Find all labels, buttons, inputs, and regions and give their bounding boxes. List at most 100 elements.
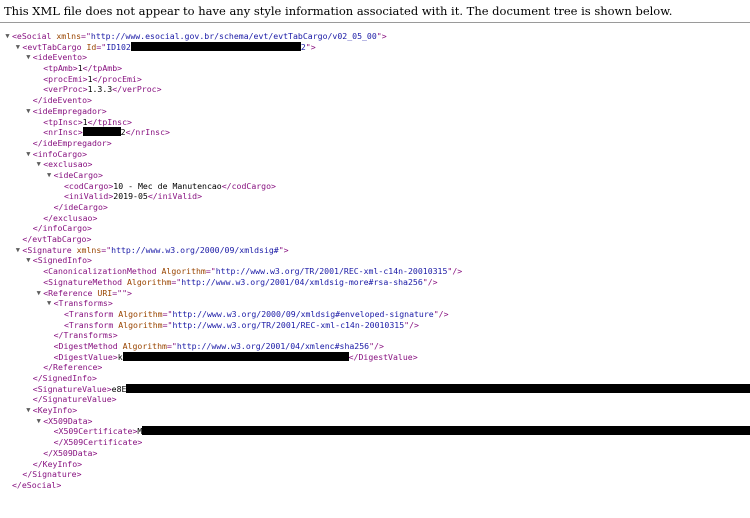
xml-line-content: <X509Certificate>M — [54, 426, 750, 437]
xml-line-content: </infoCargo> — [33, 223, 92, 234]
xml-tag-text: "> — [122, 287, 132, 298]
xml-line-content: <SignedInfo> — [33, 255, 92, 266]
xml-tag-text: "/> — [404, 319, 419, 330]
xml-tag-text: <DigestValue> — [53, 351, 118, 362]
xml-tag-text: "/> — [422, 276, 438, 287]
xml-line-content: <Transforms> — [54, 298, 113, 309]
xml-tag-text: =" — [101, 244, 112, 255]
xml-line: </X509Certificate> — [0, 437, 750, 448]
xml-tag-text: </SignatureValue> — [32, 394, 117, 405]
xml-attribute-value: http://www.w3.org/TR/2001/REC-xml-c14n-2… — [172, 319, 405, 330]
xml-tag-text: <ideEvento> — [32, 52, 88, 63]
xml-line-content: </SignatureValue> — [33, 394, 117, 405]
xml-line-content: </Signature> — [22, 469, 81, 480]
collapse-toggle-icon[interactable]: ▼ — [35, 159, 42, 170]
xml-tag-text: <eSocial — [12, 31, 57, 41]
xml-attribute-name: Algorithm — [118, 308, 163, 319]
xml-attribute-value: http://www.w3.org/2000/09/xmldsig# — [111, 244, 279, 255]
xml-line-content: </ideEmpregador> — [33, 138, 112, 149]
xml-line: ▼ <exclusao> — [0, 159, 750, 170]
xml-line: <DigestMethod Algorithm="http://www.w3.o… — [0, 341, 750, 352]
xml-line: <SignatureMethod Algorithm="http://www.w… — [0, 277, 750, 288]
collapse-toggle-icon[interactable]: ▼ — [46, 298, 53, 309]
xml-tag-text: <ideEmpregador> — [32, 105, 107, 116]
xml-line: </evtTabCargo> — [0, 234, 750, 245]
collapse-toggle-icon[interactable]: ▼ — [4, 31, 11, 42]
xml-tag-text: <X509Certificate> — [53, 426, 138, 437]
xml-tag-text: <exclusao> — [43, 159, 93, 170]
collapse-toggle-icon[interactable]: ▼ — [14, 42, 21, 53]
xml-tag-text: </tpAmb> — [82, 63, 123, 74]
xml-line: ▼ <Transforms> — [0, 298, 750, 309]
xml-line-content: <Transform Algorithm="http://www.w3.org/… — [64, 309, 449, 320]
xml-line-content: </eSocial> — [12, 480, 61, 491]
xml-text-content: 1.3.3 — [87, 84, 113, 95]
xml-line: <codCargo>10 - Mec de Manutencao</codCar… — [0, 181, 750, 192]
xml-attribute-name: xmlns — [76, 244, 102, 255]
collapse-toggle-icon[interactable]: ▼ — [25, 149, 32, 160]
xml-line: ▼ <SignedInfo> — [0, 255, 750, 266]
collapse-toggle-icon[interactable]: ▼ — [25, 255, 32, 266]
xml-line-content: <evtTabCargo Id="ID102 2"> — [22, 41, 316, 53]
xml-attribute-value: http://www.w3.org/2001/04/xmlenc#sha256 — [176, 340, 370, 351]
xml-line: <X509Certificate>M — [0, 426, 750, 437]
collapse-toggle-icon[interactable]: ▼ — [46, 170, 53, 181]
xml-tag-text: </ideEmpregador> — [32, 137, 112, 148]
xml-line: <verProc>1.3.3</verProc> — [0, 84, 750, 95]
xml-tag-text: <iniValid> — [64, 191, 114, 202]
xml-tag-text: <Transform — [64, 319, 119, 330]
xml-attribute-name: URI — [97, 287, 113, 298]
xml-line-content: </evtTabCargo> — [22, 234, 91, 245]
xml-line: </exclusao> — [0, 213, 750, 224]
xml-line-content: </SignedInfo> — [33, 373, 97, 384]
xml-line-content: <CanonicalizationMethod Algorithm="http:… — [43, 266, 462, 277]
xml-attribute-name: Algorithm — [122, 340, 167, 351]
xml-tag-text: "> — [305, 41, 316, 52]
xml-tag-text: <Transforms> — [53, 298, 113, 309]
xml-tag-text: "/> — [447, 266, 463, 277]
xml-line-content: <SignatureValue>e8E — [33, 383, 750, 395]
xml-attribute-value: http://www.w3.org/2000/09/xmldsig#envelo… — [172, 308, 434, 319]
xml-line: </KeyInfo> — [0, 459, 750, 470]
collapse-toggle-icon[interactable]: ▼ — [14, 245, 21, 256]
xml-line-content: <Reference URI=""> — [43, 288, 132, 299]
xml-tag-text: </Transforms> — [53, 330, 118, 341]
xml-line: ▼ <Signature xmlns="http://www.w3.org/200… — [0, 245, 750, 256]
xml-line-content: <DigestValue>k </DigestValue> — [53, 351, 418, 363]
xml-attribute-name: xmlns — [56, 31, 82, 41]
xml-tag-text: </exclusao> — [43, 212, 98, 223]
xml-tag-text: <nrInsc> — [43, 127, 83, 138]
xml-line: </ideCargo> — [0, 202, 750, 213]
xml-line: </X509Data> — [0, 448, 750, 459]
collapse-toggle-icon[interactable]: ▼ — [25, 52, 32, 63]
xml-line: </Reference> — [0, 362, 750, 373]
xml-line-content: <infoCargo> — [33, 149, 87, 160]
xml-tag-text: </ideCargo> — [53, 202, 108, 212]
xml-line-content: <exclusao> — [43, 159, 92, 170]
xml-attribute-name: Algorithm — [161, 266, 206, 277]
xml-tag-text: =" — [171, 276, 182, 287]
xml-line-content: <DigestMethod Algorithm="http://www.w3.o… — [54, 341, 384, 352]
xml-line-content: </Transforms> — [54, 330, 118, 341]
collapse-toggle-icon[interactable]: ▼ — [25, 405, 32, 416]
collapse-toggle-icon[interactable]: ▼ — [35, 288, 42, 299]
xml-attribute-value: http://www.w3.org/2001/04/xmldsig-more#r… — [181, 276, 423, 287]
xml-tag-text: =" — [205, 266, 216, 277]
collapse-toggle-icon[interactable]: ▼ — [35, 416, 42, 427]
xml-line: </infoCargo> — [0, 223, 750, 234]
xml-line: </Signature> — [0, 469, 750, 480]
xml-tag-text: </Signature> — [22, 469, 82, 480]
xml-text-content: e8E — [111, 383, 127, 394]
no-style-notice: This XML file does not appear to have an… — [4, 4, 673, 18]
xml-tag-text: </nrInsc> — [125, 127, 170, 138]
xml-tag-text: <tpInsc> — [43, 116, 83, 127]
xml-tag-text: <infoCargo> — [32, 148, 88, 159]
collapse-toggle-icon[interactable]: ▼ — [25, 106, 32, 117]
xml-tag-text: "> — [278, 244, 289, 255]
xml-tag-text: </iniValid> — [147, 191, 203, 202]
xml-line-content: <KeyInfo> — [33, 405, 77, 416]
xml-tag-text: </SignedInfo> — [32, 373, 97, 383]
xml-tag-text: </KeyInfo> — [32, 458, 83, 469]
xml-line: </SignatureValue> — [0, 394, 750, 405]
xml-line-content: <nrInsc> 2</nrInsc> — [43, 127, 170, 138]
